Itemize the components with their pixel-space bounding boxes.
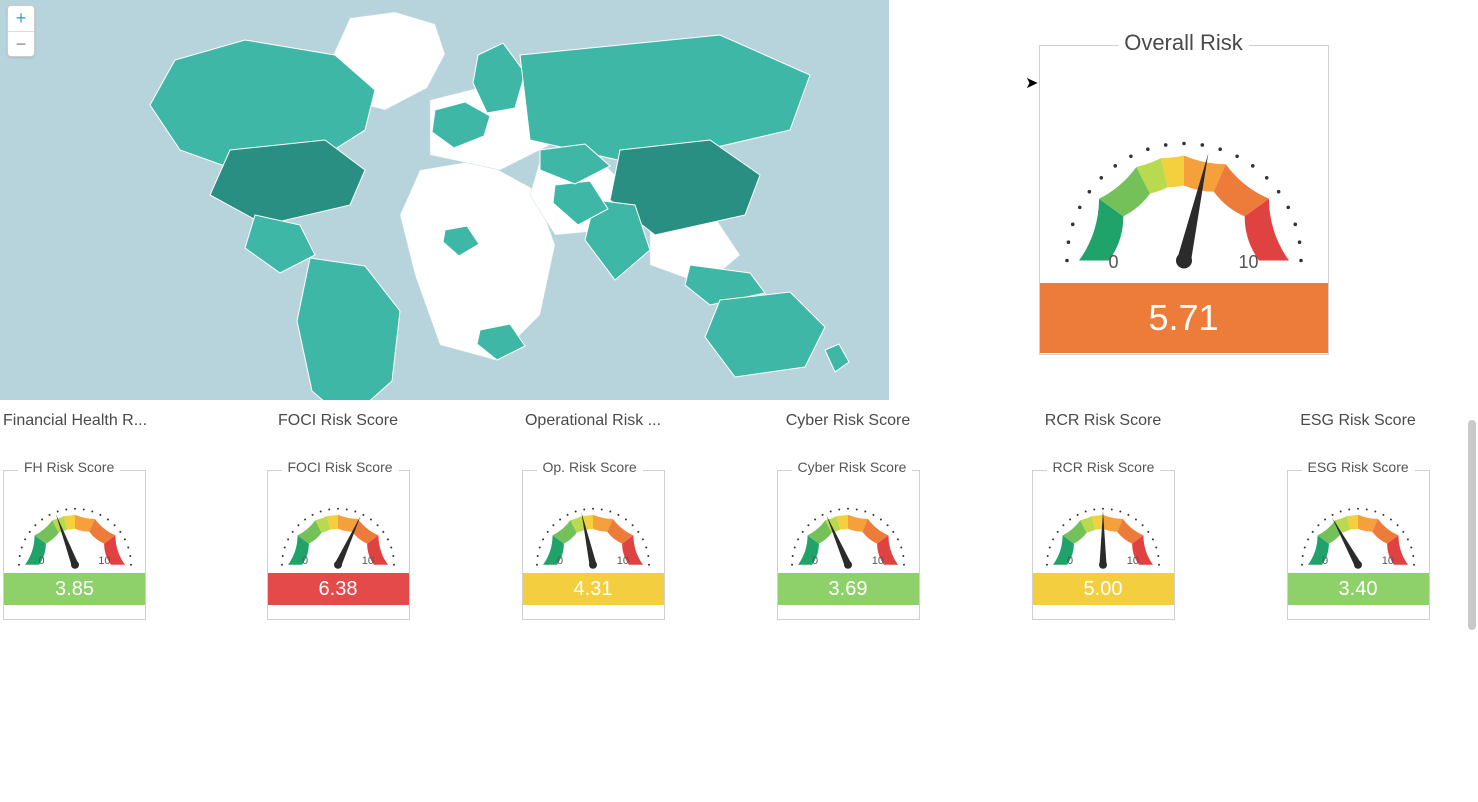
gauge-scale: 0 10 (1067, 555, 1139, 567)
risk-gauge-card: FH Risk Score0103.85 (3, 470, 146, 620)
gauge-scale: 0 10 (557, 555, 629, 567)
top-row: + − ➤ Overall Risk 0 10 5.71 (0, 0, 1478, 400)
gauge-max-label: 10 (872, 555, 884, 567)
risk-gauge-column: ESG Risk Score ESG Risk Score 0 10 3.40 (1238, 412, 1478, 620)
vertical-scrollbar[interactable] (1466, 0, 1476, 640)
overall-risk-title: Overall Risk (1118, 30, 1249, 56)
world-map-panel[interactable]: + − (0, 0, 889, 400)
risk-gauge-title: FOCI Risk Score (282, 459, 399, 475)
gauge-max-label: 10 (1238, 252, 1258, 273)
gauge-max-label: 10 (98, 555, 110, 567)
risk-gauge-column: RCR Risk Score RCR Risk Score 0 10 5.00 (983, 412, 1223, 620)
gauge-min-label: 0 (557, 555, 563, 567)
gauge-max-label: 10 (1127, 555, 1139, 567)
gauge-min-label: 0 (812, 555, 818, 567)
gauge-scale: 0 10 (39, 555, 111, 567)
risk-column-title: RCR Risk Score (1045, 412, 1161, 430)
risk-gauge-value: 6.38 (268, 573, 409, 605)
risk-gauge-value: 5.00 (1033, 573, 1174, 605)
gauge-scale: 0 10 (812, 555, 884, 567)
gauge-min-label: 0 (302, 555, 308, 567)
risk-gauge-title: Cyber Risk Score (792, 459, 913, 475)
risk-gauge-card: FOCI Risk Score0106.38 (267, 470, 410, 620)
risk-gauge-title: ESG Risk Score (1302, 459, 1415, 475)
risk-gauge-column: Cyber Risk Score Cyber Risk Score 0 10 3.69 (728, 412, 968, 620)
gauge-min-label: 0 (1067, 555, 1073, 567)
risk-column-title: Operational Risk ... (525, 412, 661, 430)
world-map[interactable] (0, 0, 889, 400)
risk-column-title: Financial Health R... (3, 412, 147, 430)
risk-gauge-column: Operational Risk ... Op. Risk Score 0 10 4.3… (473, 412, 713, 620)
risk-gauge-value: 3.69 (778, 573, 919, 605)
risk-gauge-card: RCR Risk Score0105.00 (1032, 470, 1175, 620)
gauge-scale: 0 10 (1322, 555, 1394, 567)
overall-risk-value: 5.71 (1040, 283, 1328, 353)
gauge-max-label: 10 (617, 555, 629, 567)
gauge-min-label: 0 (39, 555, 45, 567)
gauge-min-label: 0 (1322, 555, 1328, 567)
risk-gauge-value: 4.31 (523, 573, 664, 605)
risk-gauge-value: 3.85 (4, 573, 145, 605)
risk-column-title: FOCI Risk Score (278, 412, 398, 430)
risk-gauge-value: 3.40 (1288, 573, 1429, 605)
risk-gauge-title: Op. Risk Score (537, 459, 643, 475)
risk-gauge-column: FOCI Risk Score FOCI Risk Score 0 10 6.38 (218, 412, 458, 620)
risk-gauge-title: FH Risk Score (18, 459, 120, 475)
overall-gauge-scale: 0 10 (1109, 252, 1259, 273)
risk-gauge-title: RCR Risk Score (1047, 459, 1161, 475)
minus-icon: − (16, 34, 27, 55)
risk-gauge-card: Cyber Risk Score0103.69 (777, 470, 920, 620)
overall-risk-panel: ➤ Overall Risk 0 10 5.71 (889, 0, 1478, 400)
plus-icon: + (16, 8, 27, 29)
risk-gauge-card: Op. Risk Score0104.31 (522, 470, 665, 620)
risk-column-title: Cyber Risk Score (786, 412, 910, 430)
gauge-min-label: 0 (1109, 252, 1119, 273)
overall-risk-gauge-card: Overall Risk 0 10 5.71 (1039, 45, 1329, 355)
risk-gauge-column: Financial Health R... FH Risk Score 0 10 3.8… (3, 412, 203, 620)
risk-gauge-card: ESG Risk Score0103.40 (1287, 470, 1430, 620)
risk-gauge-row: Financial Health R... FH Risk Score 0 10 3.8… (0, 412, 1478, 620)
zoom-in-button[interactable]: + (8, 6, 34, 31)
gauge-max-label: 10 (1382, 555, 1394, 567)
gauge-max-label: 10 (362, 555, 374, 567)
map-zoom-controls: + − (7, 5, 35, 57)
overall-risk-gauge (1054, 80, 1314, 270)
scrollbar-thumb[interactable] (1468, 420, 1476, 630)
zoom-out-button[interactable]: − (8, 31, 34, 56)
cursor-icon: ➤ (1025, 73, 1038, 93)
risk-column-title: ESG Risk Score (1300, 412, 1416, 430)
gauge-scale: 0 10 (302, 555, 374, 567)
